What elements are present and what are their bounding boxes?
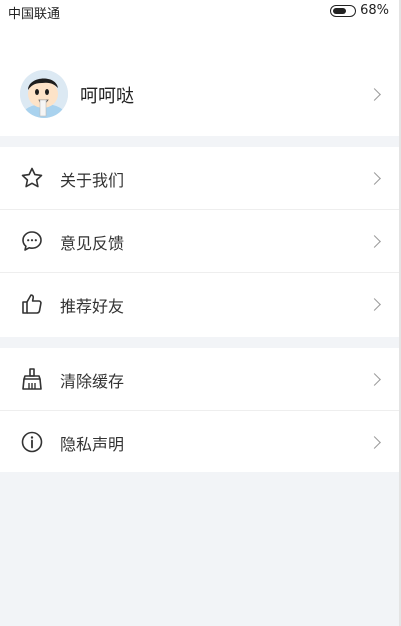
menu-group-primary: 关于我们 意见反馈 推荐好友	[0, 147, 401, 337]
profile-name: 呵呵哒	[80, 86, 134, 107]
profile-row[interactable]: 呵呵哒	[0, 70, 401, 122]
broom-icon	[22, 368, 42, 390]
status-bar: 中国联通 68%	[0, 0, 401, 22]
info-circle-icon	[21, 431, 43, 453]
thumbs-up-icon	[22, 294, 42, 314]
profile-section: 呵呵哒	[0, 22, 401, 136]
cartoon-avatar-icon	[20, 70, 68, 118]
chevron-right-icon	[368, 172, 381, 185]
chevron-right-icon	[368, 235, 381, 248]
menu-item-feedback[interactable]: 意见反馈	[0, 209, 401, 272]
chevron-right-icon	[368, 298, 381, 311]
menu-item-privacy-statement[interactable]: 隐私声明	[0, 410, 401, 473]
menu-item-recommend-friends[interactable]: 推荐好友	[0, 272, 401, 335]
menu-item-about-us[interactable]: 关于我们	[0, 147, 401, 209]
avatar	[20, 70, 68, 118]
chevron-right-icon	[368, 88, 381, 101]
chevron-right-icon	[368, 373, 381, 386]
star-outline-icon	[21, 167, 43, 188]
menu-item-label: 关于我们	[60, 171, 125, 190]
chevron-right-icon	[368, 436, 381, 449]
menu-item-clear-cache[interactable]: 清除缓存	[0, 348, 401, 410]
carrier-name: 中国联通	[8, 7, 61, 22]
chat-bubble-icon	[22, 231, 42, 251]
menu-item-label: 推荐好友	[60, 297, 125, 316]
battery-indicator: 68%	[330, 3, 389, 18]
menu-item-label: 隐私声明	[60, 435, 125, 454]
menu-group-secondary: 清除缓存 隐私声明	[0, 348, 401, 472]
battery-percent: 68%	[360, 3, 389, 18]
battery-icon	[330, 4, 357, 17]
menu-item-label: 意见反馈	[60, 234, 125, 253]
menu-item-label: 清除缓存	[60, 372, 125, 391]
